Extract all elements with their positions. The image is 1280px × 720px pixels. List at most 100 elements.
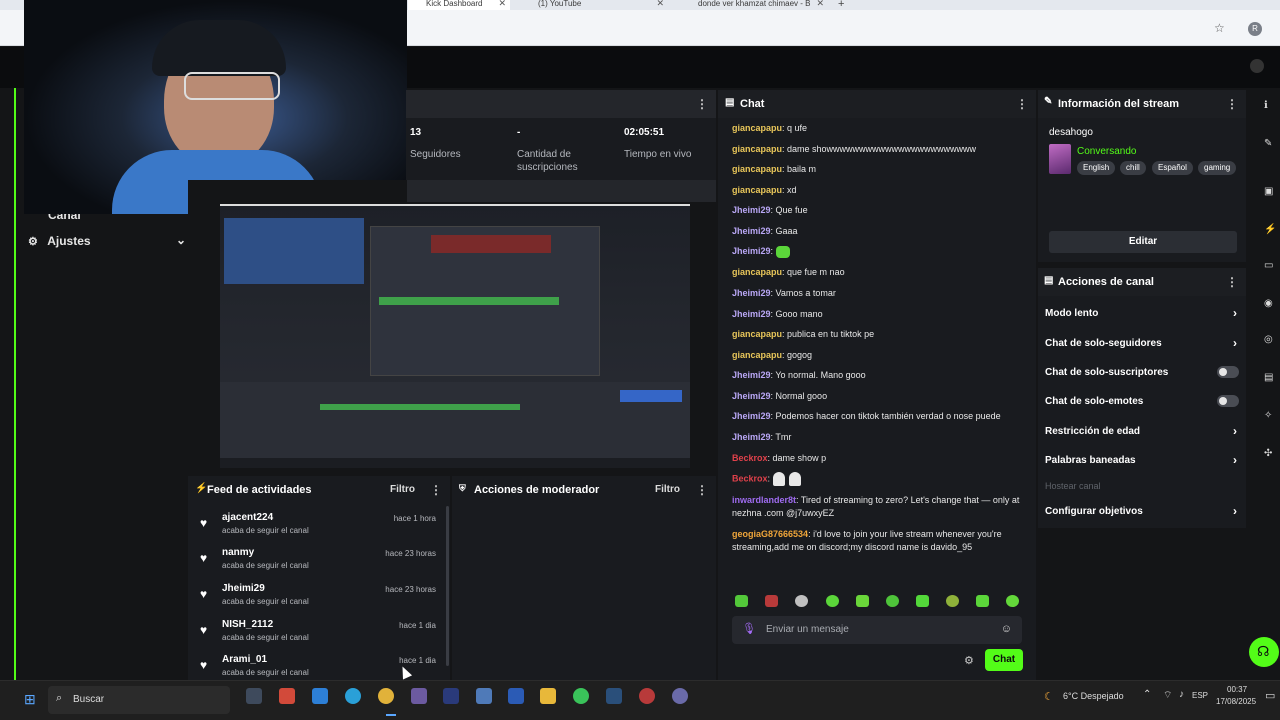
clock-time[interactable]: 00:37 bbox=[1227, 685, 1247, 694]
broadcast-icon[interactable]: ◎ bbox=[1264, 334, 1273, 345]
list-item[interactable]: ♥ Jheimi29 acaba de seguir el canal hace… bbox=[196, 583, 440, 617]
more-icon[interactable]: ⋮ bbox=[1226, 275, 1238, 289]
chat-message[interactable]: Beckrox: bbox=[732, 472, 1022, 486]
chat-message[interactable]: Jheimi29: Podemos hacer con tiktok tambi… bbox=[732, 410, 1022, 423]
chat-username[interactable]: Beckrox bbox=[732, 453, 768, 463]
edit-button[interactable]: Editar bbox=[1049, 231, 1237, 253]
task-view-icon[interactable] bbox=[246, 688, 262, 704]
emote-icon[interactable] bbox=[765, 595, 778, 607]
list-item[interactable]: ♥ NISH_2112 acaba de seguir el canal hac… bbox=[196, 619, 440, 653]
profile-avatar[interactable]: R bbox=[1248, 22, 1262, 36]
apps-icon[interactable]: ✣ bbox=[1264, 448, 1272, 459]
notification-icon[interactable]: ▭ bbox=[1265, 689, 1275, 702]
weather-text[interactable]: 6°C Despejado bbox=[1063, 691, 1124, 701]
chat-username[interactable]: geogiaG87666534 bbox=[732, 529, 808, 539]
age-restriction-row[interactable]: Restricción de edad › bbox=[1045, 424, 1241, 438]
chat-username[interactable]: Jheimi29 bbox=[732, 432, 771, 442]
emote-icon[interactable] bbox=[886, 595, 899, 607]
document-icon[interactable]: ▭ bbox=[1264, 260, 1273, 271]
app-icon[interactable] bbox=[411, 688, 427, 704]
chat-message[interactable]: Beckrox: dame show p bbox=[732, 452, 1022, 465]
whatsapp-icon[interactable] bbox=[573, 688, 589, 704]
settings-icon[interactable]: ⚙ bbox=[964, 654, 974, 667]
taskbar-search[interactable]: ⌕ Buscar bbox=[48, 686, 230, 714]
scrollbar[interactable] bbox=[446, 506, 449, 666]
emoji-icon[interactable]: ☺ bbox=[1001, 623, 1012, 635]
chat-message[interactable]: Jheimi29: Yo normal. Mano gooo bbox=[732, 369, 1022, 382]
filter-button[interactable]: Filtro bbox=[390, 484, 415, 495]
close-icon[interactable]: ✕ bbox=[656, 0, 664, 8]
edge-icon[interactable] bbox=[345, 688, 361, 704]
more-icon[interactable]: ⋮ bbox=[696, 483, 708, 497]
chat-username[interactable]: Jheimi29 bbox=[732, 205, 771, 215]
subs-only-toggle[interactable] bbox=[1217, 366, 1239, 378]
network-icon[interactable]: ⌔ bbox=[1163, 689, 1172, 702]
chrome-icon[interactable] bbox=[378, 688, 394, 704]
chat-username[interactable]: inwardlander8t bbox=[732, 495, 796, 505]
emote-icon[interactable] bbox=[976, 595, 989, 607]
new-tab-icon[interactable]: + bbox=[838, 0, 844, 10]
chat-username[interactable]: Jheimi29 bbox=[732, 391, 771, 401]
file-explorer-icon[interactable] bbox=[540, 688, 556, 704]
app-icon[interactable] bbox=[279, 688, 295, 704]
emote-icon[interactable] bbox=[1006, 595, 1019, 607]
chat-message[interactable]: Jheimi29: Que fue bbox=[732, 204, 1022, 217]
chat-message[interactable]: Jheimi29: Tmr bbox=[732, 431, 1022, 444]
info-icon[interactable]: ℹ bbox=[1264, 100, 1268, 111]
emote-icon[interactable] bbox=[735, 595, 748, 607]
windows-start-icon[interactable]: ⊞ bbox=[24, 691, 36, 708]
chat-username[interactable]: giancapapu bbox=[732, 350, 782, 360]
close-icon[interactable]: ✕ bbox=[816, 0, 824, 8]
more-icon[interactable]: ⋮ bbox=[430, 483, 442, 497]
chat-message[interactable]: geogiaG87666534: i'd love to join your l… bbox=[732, 528, 1022, 554]
emotes-only-toggle[interactable] bbox=[1217, 395, 1239, 407]
chevron-up-icon[interactable]: ⌃ bbox=[1143, 689, 1151, 700]
pencil-icon[interactable]: ✎ bbox=[1264, 138, 1272, 149]
send-chat-button[interactable]: Chat bbox=[985, 649, 1023, 671]
chat-username[interactable]: Jheimi29 bbox=[732, 370, 771, 380]
chat-username[interactable]: Jheimi29 bbox=[732, 246, 771, 256]
chat-username[interactable]: giancapapu bbox=[732, 185, 782, 195]
chat-username[interactable]: Jheimi29 bbox=[732, 226, 771, 236]
tab-youtube[interactable]: (1) YouTube ✕ bbox=[520, 0, 668, 10]
volume-icon[interactable]: ♪ bbox=[1179, 689, 1184, 700]
app-icon[interactable] bbox=[639, 688, 655, 704]
tab-kick-dashboard[interactable]: Kick Dashboard ✕ bbox=[408, 0, 510, 10]
obs-icon[interactable] bbox=[672, 688, 688, 704]
steam-icon[interactable] bbox=[606, 688, 622, 704]
sidebar-item-ajustes[interactable]: ⚙ Ajustes ⌄ bbox=[28, 233, 186, 248]
chat-message[interactable]: giancapapu: gogog bbox=[732, 349, 1022, 362]
chat-message[interactable]: giancapapu: dame showwwwwwwwwwwwwwwwwwww… bbox=[732, 143, 1022, 156]
camera-icon[interactable]: ▣ bbox=[1264, 186, 1273, 197]
banned-words-row[interactable]: Palabras baneadas › bbox=[1045, 453, 1241, 467]
chat-username[interactable]: giancapapu bbox=[732, 123, 782, 133]
chat-username[interactable]: giancapapu bbox=[732, 164, 782, 174]
chat-message[interactable]: Jheimi29: Gooo mano bbox=[732, 308, 1022, 321]
more-icon[interactable]: ⋮ bbox=[1226, 97, 1238, 111]
chat-message[interactable]: Jheimi29: bbox=[732, 245, 1022, 258]
outlook-icon[interactable] bbox=[312, 688, 328, 704]
emote-icon[interactable] bbox=[826, 595, 839, 607]
chat-message[interactable]: giancapapu: publica en tu tiktok pe bbox=[732, 328, 1022, 341]
bolt-icon[interactable]: ⚡ bbox=[1264, 224, 1276, 235]
audition-icon[interactable] bbox=[443, 688, 459, 704]
star-icon[interactable]: ☆ bbox=[1214, 21, 1225, 35]
emote-icon[interactable] bbox=[916, 595, 929, 607]
chat-message[interactable]: Jheimi29: Normal gooo bbox=[732, 390, 1022, 403]
goals-row[interactable]: Configurar objetivos › bbox=[1045, 504, 1241, 518]
chat-message[interactable]: giancapapu: q ufe bbox=[732, 122, 1022, 135]
chat-username[interactable]: Jheimi29 bbox=[732, 288, 771, 298]
support-button[interactable]: ☊ bbox=[1249, 637, 1279, 667]
chat-username[interactable]: Jheimi29 bbox=[732, 309, 771, 319]
emote-icon[interactable] bbox=[856, 595, 869, 607]
microphone-icon[interactable]: 🎙 bbox=[742, 622, 756, 635]
more-icon[interactable]: ⋮ bbox=[696, 97, 708, 111]
emote-icon[interactable] bbox=[795, 595, 808, 607]
emote-icon[interactable] bbox=[946, 595, 959, 607]
chat-message[interactable]: Jheimi29: Vamos a tomar bbox=[732, 287, 1022, 300]
app-icon[interactable] bbox=[476, 688, 492, 704]
chat-message[interactable]: giancapapu: xd bbox=[732, 184, 1022, 197]
clock-date[interactable]: 17/08/2025 bbox=[1216, 697, 1256, 706]
chat-username[interactable]: giancapapu bbox=[732, 329, 782, 339]
chat-input[interactable]: 🎙 Enviar un mensaje ☺ bbox=[732, 616, 1022, 644]
